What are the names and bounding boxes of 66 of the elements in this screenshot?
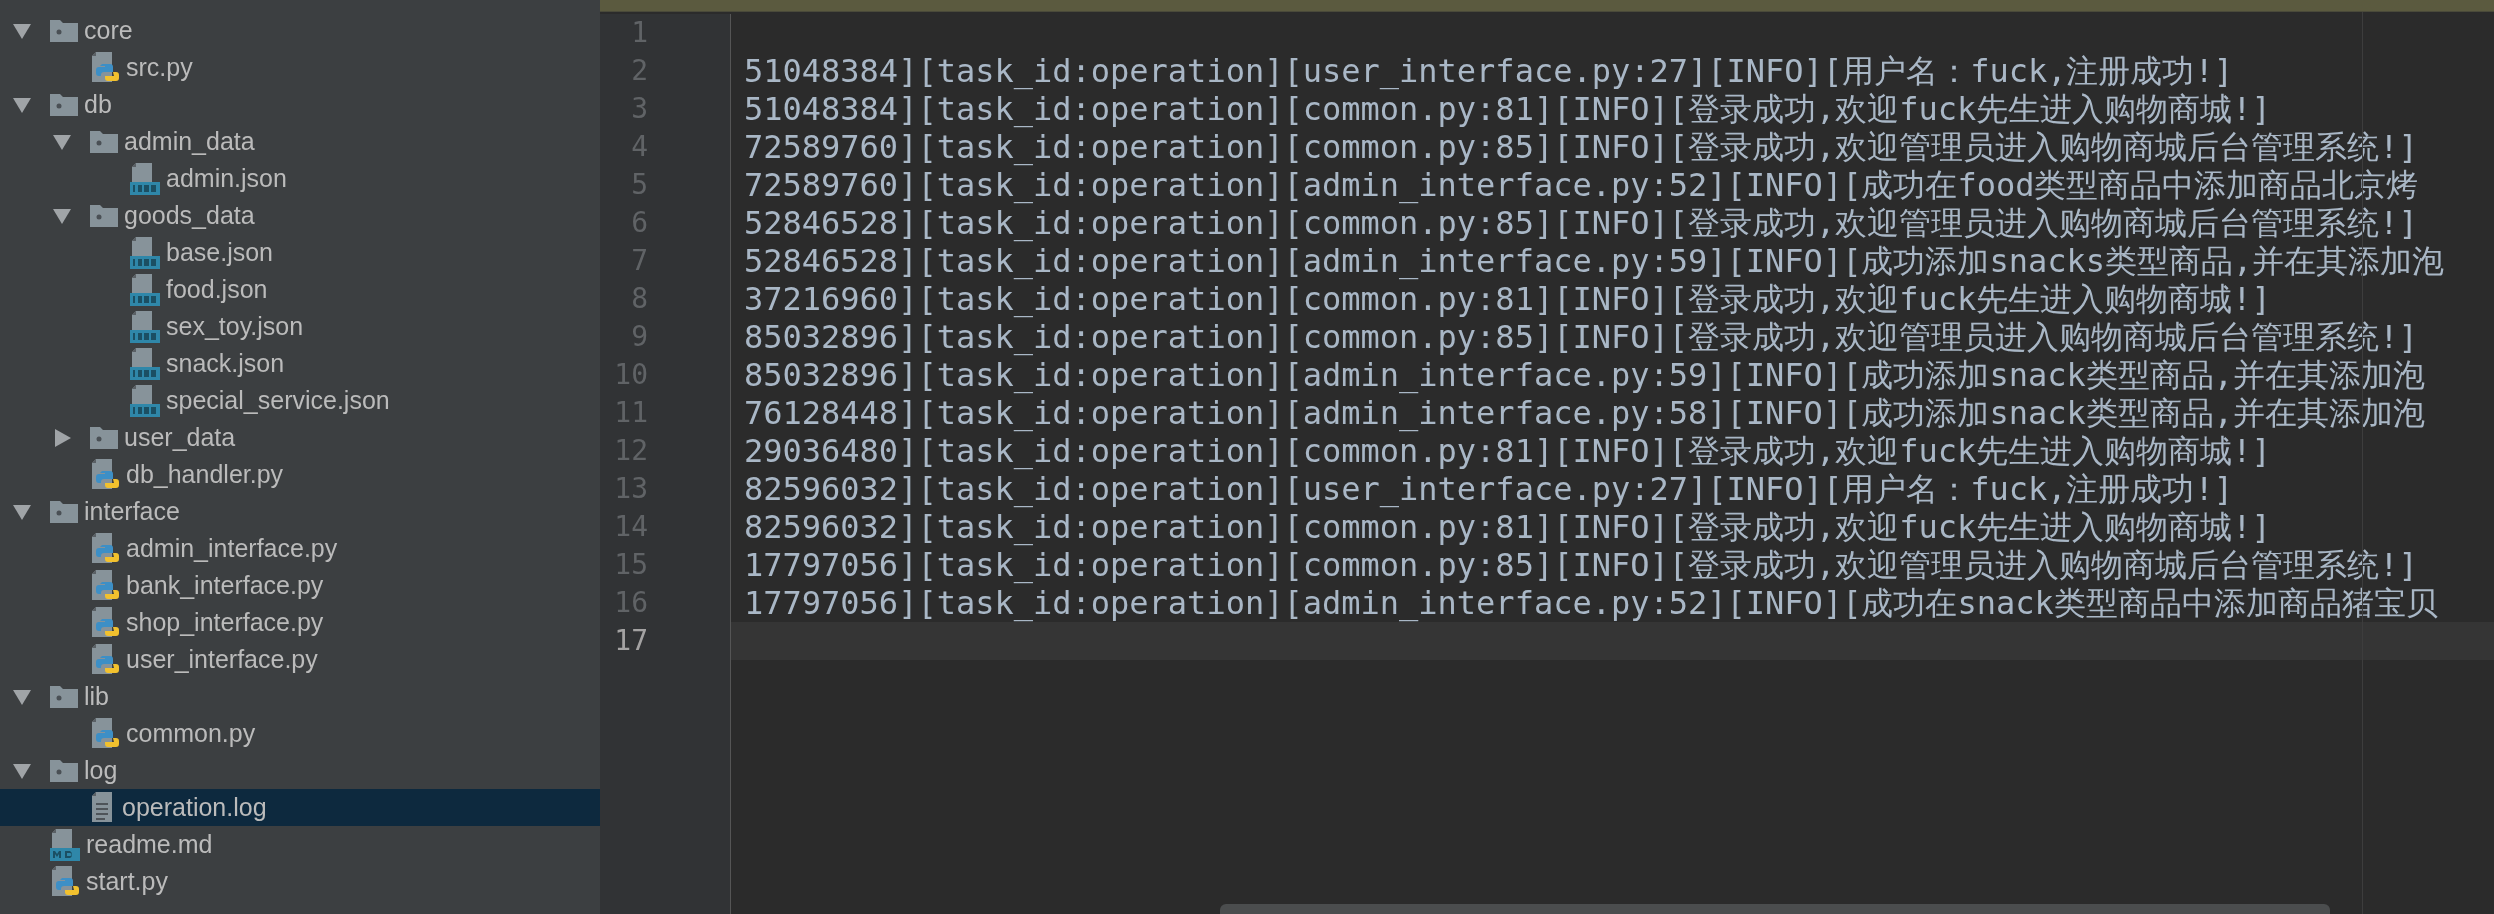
- tree-item[interactable]: start.py: [0, 863, 600, 900]
- expanded-arrow-icon[interactable]: [12, 502, 32, 521]
- python-file-icon: [90, 717, 120, 750]
- folder-icon: [50, 685, 78, 708]
- tree-item[interactable]: base.json: [0, 234, 600, 271]
- scrollbar-thumb[interactable]: [1220, 904, 2330, 914]
- folder-icon: [90, 426, 118, 449]
- folder-icon: [50, 759, 78, 782]
- tree-item[interactable]: common.py: [0, 715, 600, 752]
- code-line: 82596032][task_id:operation][common.py:81][INFO][登录成功,欢迎fuck先生进入购物商城!]: [743, 508, 2272, 546]
- json-file-icon: [130, 236, 160, 269]
- markdown-file-icon: [50, 828, 80, 861]
- json-file-icon: [130, 310, 160, 343]
- expanded-arrow-icon[interactable]: [12, 761, 32, 780]
- json-file-icon: [130, 347, 160, 380]
- code-line: 76128448][task_id:operation][admin_interface.py:58][INFO][成功添加snack类型商品,并在其添加泡: [743, 394, 2426, 432]
- tree-item[interactable]: admin.json: [0, 160, 600, 197]
- tree-item[interactable]: shop_interface.py: [0, 604, 600, 641]
- code-line: 52846528][task_id:operation][admin_interface.py:59][INFO][成功添加snacks类型商品,并在其添加泡: [743, 242, 2446, 280]
- tree-item[interactable]: admin_data: [0, 123, 600, 160]
- code-line: 29036480][task_id:operation][common.py:81][INFO][登录成功,欢迎fuck先生进入购物商城!]: [743, 432, 2272, 470]
- tree-item[interactable]: sex_toy.json: [0, 308, 600, 345]
- python-file-icon: [90, 643, 120, 676]
- tree-item[interactable]: bank_interface.py: [0, 567, 600, 604]
- expanded-arrow-icon[interactable]: [52, 206, 72, 225]
- python-file-icon: [90, 569, 120, 602]
- tree-item[interactable]: readme.md: [0, 826, 600, 863]
- code-line: 85032896][task_id:operation][admin_interface.py:59][INFO][成功添加snack类型商品,并在其添加泡: [743, 356, 2426, 394]
- folder-icon: [50, 500, 78, 523]
- tree-item[interactable]: lib: [0, 678, 600, 715]
- folder-icon: [50, 19, 78, 42]
- code-line: 51048384][task_id:operation][common.py:81][INFO][登录成功,欢迎fuck先生进入购物商城!]: [743, 90, 2272, 128]
- tree-item[interactable]: db: [0, 86, 600, 123]
- tree-item[interactable]: user_data: [0, 419, 600, 456]
- python-file-icon: [90, 532, 120, 565]
- tree-item[interactable]: food.json: [0, 271, 600, 308]
- collapsed-arrow-icon[interactable]: [52, 428, 72, 447]
- python-file-icon: [90, 606, 120, 639]
- code-line: 51048384][task_id:operation][user_interface.py:27][INFO][用户名：fuck,注册成功!]: [743, 52, 2234, 90]
- tree-item[interactable]: admin_interface.py: [0, 530, 600, 567]
- expanded-arrow-icon[interactable]: [12, 21, 32, 40]
- json-file-icon: [130, 273, 160, 306]
- json-file-icon: [130, 384, 160, 417]
- tree-item[interactable]: operation.log: [0, 789, 600, 826]
- expanded-arrow-icon[interactable]: [12, 687, 32, 706]
- tree-item[interactable]: goods_data: [0, 197, 600, 234]
- expanded-arrow-icon[interactable]: [52, 132, 72, 151]
- tree-item[interactable]: snack.json: [0, 345, 600, 382]
- tree-item[interactable]: user_interface.py: [0, 641, 600, 678]
- tree-item[interactable]: interface: [0, 493, 600, 530]
- python-file-icon: [90, 458, 120, 491]
- tree-item[interactable]: core: [0, 12, 600, 49]
- tree-item[interactable]: src.py: [0, 49, 600, 86]
- code-line: 82596032][task_id:operation][user_interface.py:27][INFO][用户名：fuck,注册成功!]: [743, 470, 2234, 508]
- python-file-icon: [50, 865, 80, 898]
- expanded-arrow-icon[interactable]: [12, 95, 32, 114]
- folder-icon: [90, 130, 118, 153]
- python-file-icon: [90, 51, 120, 84]
- tree-item[interactable]: special_service.json: [0, 382, 600, 419]
- line-number: 17: [614, 623, 648, 659]
- folder-icon: [50, 93, 78, 116]
- tree-item[interactable]: db_handler.py: [0, 456, 600, 493]
- json-file-icon: [130, 162, 160, 195]
- code-line: 37216960][task_id:operation][common.py:81][INFO][登录成功,欢迎fuck先生进入购物商城!]: [743, 280, 2272, 318]
- folder-icon: [90, 204, 118, 227]
- tree-item[interactable]: log: [0, 752, 600, 789]
